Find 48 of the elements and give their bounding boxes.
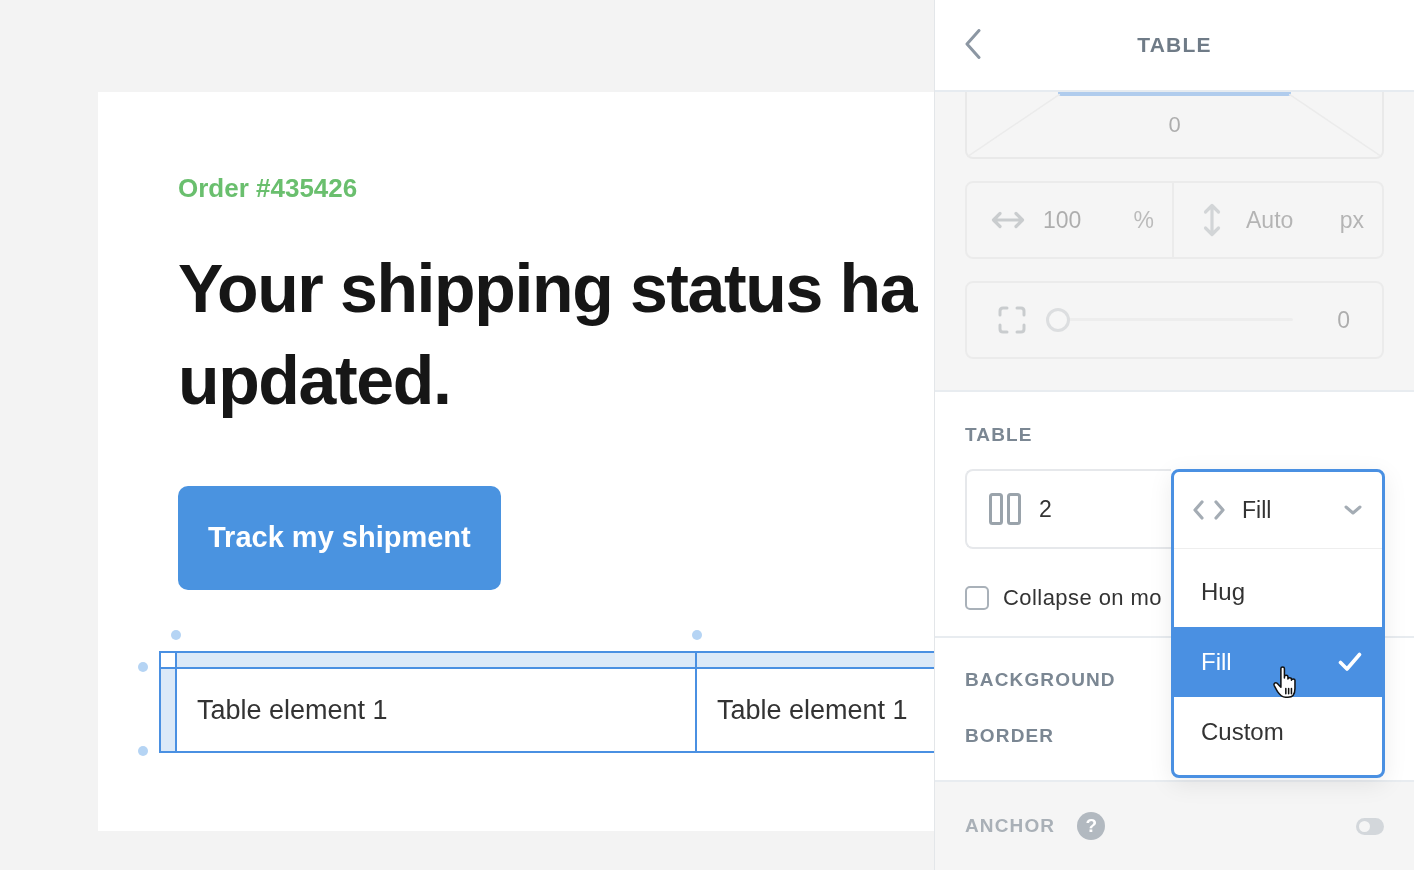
code-brackets-icon <box>1192 500 1226 520</box>
anchor-toggle[interactable] <box>1356 817 1384 835</box>
columns-field[interactable]: 2 <box>965 469 1171 549</box>
column-selector[interactable] <box>697 653 934 669</box>
resize-handle[interactable] <box>138 662 148 672</box>
radius-value: 0 <box>1337 305 1350 335</box>
width-input[interactable]: 100 <box>1043 202 1103 238</box>
order-number: Order #435426 <box>178 172 358 204</box>
checkbox[interactable] <box>965 585 989 610</box>
chevron-down-icon <box>1344 505 1362 515</box>
unit-label: px <box>1339 205 1364 235</box>
unit-label: % <box>1133 205 1154 235</box>
page-heading: updated. <box>178 341 451 420</box>
padding-value[interactable]: 0 <box>1168 108 1181 141</box>
row-selector[interactable] <box>161 669 177 751</box>
page-heading: Your shipping status ha <box>178 249 917 328</box>
column-selector[interactable] <box>177 653 697 669</box>
slider-thumb[interactable] <box>1046 308 1070 332</box>
columns-icon <box>989 493 1021 525</box>
back-icon <box>965 29 981 59</box>
vertical-arrows-icon <box>1202 203 1222 237</box>
track-shipment-button[interactable]: Track my shipment <box>178 486 501 590</box>
section-title: TABLE <box>965 423 1033 447</box>
radius-slider[interactable] <box>1046 308 1294 332</box>
corner-radius-icon <box>998 306 1026 334</box>
resize-handle[interactable] <box>171 630 181 640</box>
section-title: BORDER <box>965 724 1055 748</box>
box-model-field[interactable]: 0 <box>965 92 1384 159</box>
section-title: ANCHOR <box>965 814 1056 838</box>
back-button[interactable] <box>965 29 981 59</box>
toggle-knob-icon <box>1359 820 1370 832</box>
height-input[interactable]: Auto <box>1246 202 1316 238</box>
section-title: BACKGROUND <box>965 668 1116 692</box>
table-corner-selector[interactable] <box>161 653 177 669</box>
dropdown-option[interactable]: Custom <box>1174 697 1382 767</box>
check-icon <box>1338 652 1362 672</box>
checkbox-label: Collapse on mo <box>1003 584 1163 612</box>
panel-title: TABLE <box>1137 32 1212 59</box>
width-mode-select[interactable]: Fill <box>1174 472 1382 549</box>
help-icon[interactable]: ? <box>1077 812 1106 840</box>
resize-handle[interactable] <box>138 746 148 756</box>
resize-handle[interactable] <box>692 630 702 640</box>
horizontal-arrows-icon <box>991 211 1025 229</box>
table-cell-text: Table element 1 <box>716 693 909 727</box>
dropdown-option[interactable]: Hug <box>1174 557 1382 627</box>
hand-cursor-icon <box>1271 665 1299 699</box>
dropdown-option[interactable]: Fill <box>1174 627 1382 697</box>
table-cell: Table element 1 <box>177 669 697 751</box>
